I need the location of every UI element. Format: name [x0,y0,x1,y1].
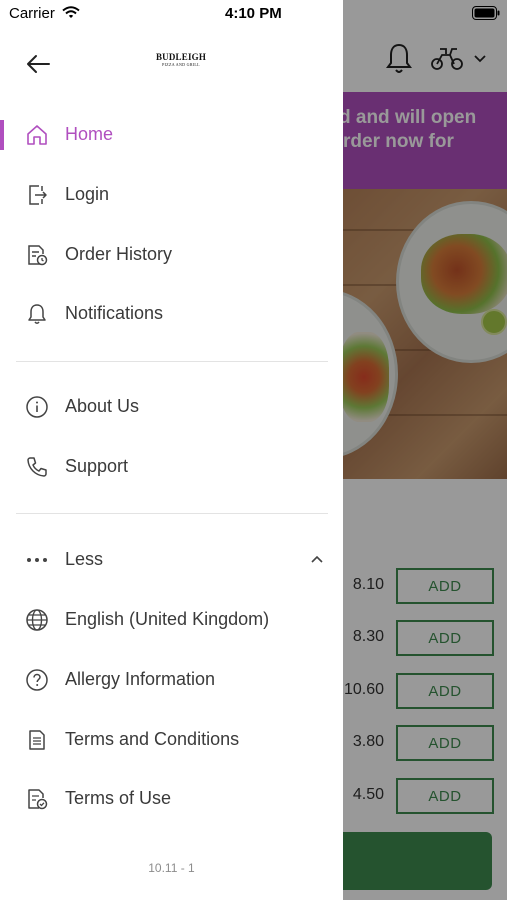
more-dots-icon [24,547,50,573]
question-circle-icon [24,667,50,693]
menu-item-label: About Us [65,396,140,416]
more-toggle-label: Less [65,549,104,569]
menu-item-allergy[interactable]: Allergy Information [0,654,343,706]
logo-subtitle: PIZZA AND GRILL [162,62,200,67]
menu-item-label: English (United Kingdom) [65,609,270,629]
divider [16,361,328,362]
back-button[interactable] [22,49,54,79]
order-history-icon [24,242,50,268]
info-icon [24,394,50,420]
more-toggle[interactable]: Less [0,534,343,586]
chevron-up-icon [311,555,323,563]
menu-item-label: Terms of Use [65,788,172,808]
menu-item-notifications[interactable]: Notifications [0,288,343,340]
divider [16,513,328,514]
menu-item-language[interactable]: English (United Kingdom) [0,594,343,646]
globe-icon [24,607,50,633]
menu-item-login[interactable]: Login [0,169,343,221]
menu-item-about-us[interactable]: About Us [0,381,343,433]
logo-title: BUDLEIGH [155,52,207,62]
menu-item-label: Notifications [65,303,164,323]
menu-item-support[interactable]: Support [0,441,343,493]
menu-item-label: Home [65,124,114,144]
menu-item-terms-of-use[interactable]: Terms of Use [0,773,343,825]
menu-item-label: Order History [65,244,173,264]
status-bar: Carrier 4:10 PM [0,0,507,28]
carrier-label: Carrier [9,5,55,22]
bell-icon [24,301,50,327]
menu-item-label: Allergy Information [65,669,216,689]
brand-logo: BUDLEIGH PIZZA AND GRILL [151,52,211,67]
menu-item-label: Terms and Conditions [65,729,240,749]
menu-item-order-history[interactable]: Order History [0,229,343,281]
wifi-icon [62,6,80,18]
menu-item-terms-conditions[interactable]: Terms and Conditions [0,714,343,766]
menu-item-home[interactable]: Home [0,109,343,161]
menu-item-label: Support [65,456,129,476]
document-check-icon [24,786,50,812]
battery-icon [472,6,500,20]
document-icon [24,727,50,753]
navigation-drawer: BUDLEIGH PIZZA AND GRILL Home Login Orde… [0,0,343,900]
app-version: 10.11 - 1 [148,861,195,875]
status-time: 4:10 PM [225,5,282,22]
login-icon [24,182,50,208]
phone-icon [24,454,50,480]
arrow-left-icon [27,55,50,73]
menu-item-label: Login [65,184,110,204]
home-icon [24,122,50,148]
